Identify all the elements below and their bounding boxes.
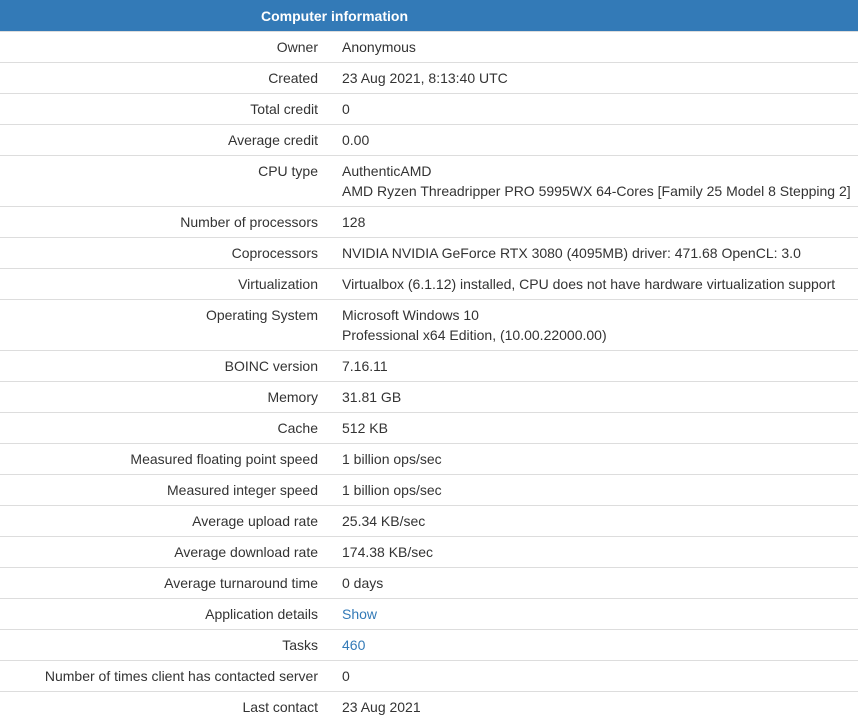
row-upload-rate: Average upload rate 25.34 KB/sec bbox=[0, 505, 858, 537]
row-label: BOINC version bbox=[0, 350, 330, 382]
row-value: 1 billion ops/sec bbox=[330, 443, 858, 475]
row-label: Average turnaround time bbox=[0, 567, 330, 599]
table-header-row: Computer information bbox=[0, 0, 858, 32]
row-label: Tasks bbox=[0, 629, 330, 661]
row-owner: Owner Anonymous bbox=[0, 31, 858, 63]
row-operating-system: Operating System Microsoft Windows 10 Pr… bbox=[0, 299, 858, 351]
row-turnaround-time: Average turnaround time 0 days bbox=[0, 567, 858, 599]
row-total-credit: Total credit 0 bbox=[0, 93, 858, 125]
row-value: 0.00 bbox=[330, 124, 858, 156]
row-integer-speed: Measured integer speed 1 billion ops/sec bbox=[0, 474, 858, 506]
row-value: NVIDIA NVIDIA GeForce RTX 3080 (4095MB) … bbox=[330, 237, 858, 269]
row-label: Virtualization bbox=[0, 268, 330, 300]
row-value: 23 Aug 2021 bbox=[330, 691, 858, 722]
row-tasks: Tasks 460 bbox=[0, 629, 858, 661]
row-value: Virtualbox (6.1.12) installed, CPU does … bbox=[330, 268, 858, 300]
row-value: 512 KB bbox=[330, 412, 858, 444]
row-label: Coprocessors bbox=[0, 237, 330, 269]
row-coprocessors: Coprocessors NVIDIA NVIDIA GeForce RTX 3… bbox=[0, 237, 858, 269]
row-download-rate: Average download rate 174.38 KB/sec bbox=[0, 536, 858, 568]
row-last-contact: Last contact 23 Aug 2021 bbox=[0, 691, 858, 722]
row-value: 0 days bbox=[330, 567, 858, 599]
computer-info-table: Computer information Owner Anonymous Cre… bbox=[0, 0, 858, 722]
row-label: Average credit bbox=[0, 124, 330, 156]
row-value: 128 bbox=[330, 206, 858, 238]
row-label: Application details bbox=[0, 598, 330, 630]
row-number-of-processors: Number of processors 128 bbox=[0, 206, 858, 238]
row-floating-point-speed: Measured floating point speed 1 billion … bbox=[0, 443, 858, 475]
table-title-text: Computer information bbox=[261, 7, 408, 24]
row-application-details: Application details Show bbox=[0, 598, 858, 630]
cpu-vendor: AuthenticAMD bbox=[342, 163, 432, 179]
row-value: Microsoft Windows 10 Professional x64 Ed… bbox=[330, 299, 858, 351]
row-cpu-type: CPU type AuthenticAMD AMD Ryzen Threadri… bbox=[0, 155, 858, 207]
row-label: CPU type bbox=[0, 155, 330, 207]
row-virtualization: Virtualization Virtualbox (6.1.12) insta… bbox=[0, 268, 858, 300]
table-title: Computer information bbox=[0, 0, 858, 32]
row-created: Created 23 Aug 2021, 8:13:40 UTC bbox=[0, 62, 858, 94]
show-application-details-link[interactable]: Show bbox=[342, 606, 377, 622]
row-average-credit: Average credit 0.00 bbox=[0, 124, 858, 156]
row-value: 174.38 KB/sec bbox=[330, 536, 858, 568]
row-value: 0 bbox=[330, 93, 858, 125]
row-label: Measured integer speed bbox=[0, 474, 330, 506]
row-value: AuthenticAMD AMD Ryzen Threadripper PRO … bbox=[330, 155, 858, 207]
row-label: Number of processors bbox=[0, 206, 330, 238]
row-label: Cache bbox=[0, 412, 330, 444]
tasks-link[interactable]: 460 bbox=[342, 637, 365, 653]
row-label: Measured floating point speed bbox=[0, 443, 330, 475]
row-label: Operating System bbox=[0, 299, 330, 351]
row-label: Last contact bbox=[0, 691, 330, 722]
row-label: Average upload rate bbox=[0, 505, 330, 537]
row-value: 7.16.11 bbox=[330, 350, 858, 382]
row-memory: Memory 31.81 GB bbox=[0, 381, 858, 413]
row-value: 23 Aug 2021, 8:13:40 UTC bbox=[330, 62, 858, 94]
row-contacted-server: Number of times client has contacted ser… bbox=[0, 660, 858, 692]
os-edition: Professional x64 Edition, (10.00.22000.0… bbox=[342, 327, 607, 343]
row-value: 0 bbox=[330, 660, 858, 692]
row-label: Memory bbox=[0, 381, 330, 413]
os-name: Microsoft Windows 10 bbox=[342, 307, 479, 323]
row-boinc-version: BOINC version 7.16.11 bbox=[0, 350, 858, 382]
row-label: Owner bbox=[0, 31, 330, 63]
row-value: Anonymous bbox=[330, 31, 858, 63]
row-label: Number of times client has contacted ser… bbox=[0, 660, 330, 692]
row-label: Average download rate bbox=[0, 536, 330, 568]
cpu-model: AMD Ryzen Threadripper PRO 5995WX 64-Cor… bbox=[342, 183, 851, 199]
row-value: 1 billion ops/sec bbox=[330, 474, 858, 506]
row-value: Show bbox=[330, 598, 858, 630]
row-value: 460 bbox=[330, 629, 858, 661]
row-value: 31.81 GB bbox=[330, 381, 858, 413]
row-cache: Cache 512 KB bbox=[0, 412, 858, 444]
row-value: 25.34 KB/sec bbox=[330, 505, 858, 537]
row-label: Total credit bbox=[0, 93, 330, 125]
row-label: Created bbox=[0, 62, 330, 94]
